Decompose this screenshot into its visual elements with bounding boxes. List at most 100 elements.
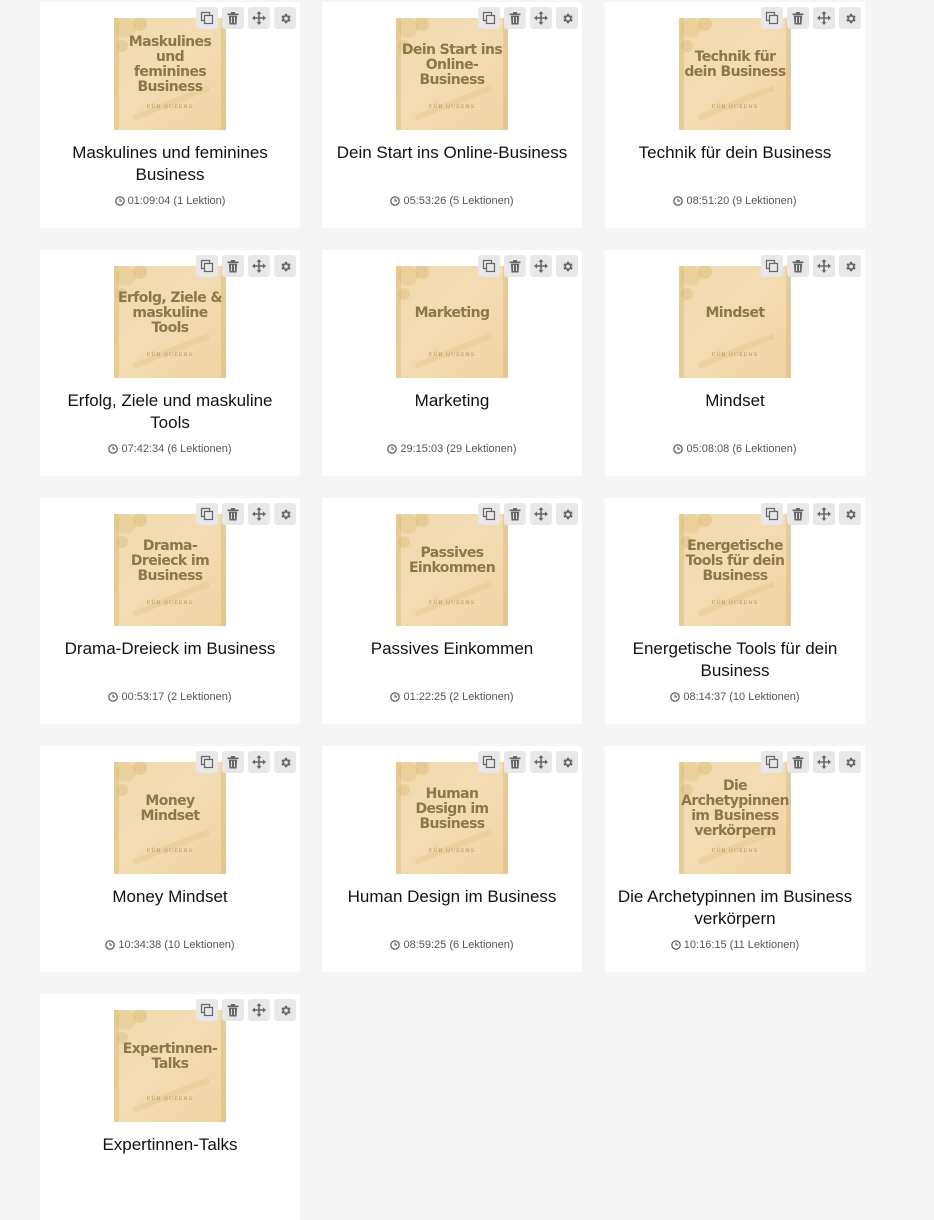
- delete-button[interactable]: [504, 503, 526, 525]
- delete-button[interactable]: [787, 503, 809, 525]
- delete-button[interactable]: [787, 255, 809, 277]
- course-cover-image[interactable]: Human Design im Business FÜR QUEENS: [396, 762, 508, 874]
- move-button[interactable]: [248, 255, 270, 277]
- course-card[interactable]: Drama-Dreieck im Business FÜR QUEENS Drama…: [40, 498, 300, 724]
- course-card[interactable]: Dein Start ins Online-Business FÜR QUEENS…: [322, 2, 582, 228]
- copy-button[interactable]: [196, 7, 218, 29]
- copy-button[interactable]: [478, 751, 500, 773]
- course-cover-image[interactable]: Money Mindset FÜR QUEENS: [114, 762, 226, 874]
- trash-icon: [227, 11, 239, 25]
- course-cover-image[interactable]: Erfolg, Ziele & maskuline Tools FÜR QUEEN…: [114, 266, 226, 378]
- course-cover-image[interactable]: Die Archetypinnen im Business verkörpern…: [679, 762, 791, 874]
- course-duration: 05:53:26 (5 Lektionen): [322, 195, 582, 207]
- copy-button[interactable]: [478, 7, 500, 29]
- delete-button[interactable]: [222, 7, 244, 29]
- course-card[interactable]: Die Archetypinnen im Business verkörpern…: [605, 746, 865, 972]
- course-card[interactable]: Marketing FÜR QUEENS Marketing 29:15:03 (29…: [322, 250, 582, 476]
- course-cover-image[interactable]: Expertinnen-Talks FÜR QUEENS: [114, 1010, 226, 1122]
- settings-button[interactable]: [274, 751, 296, 773]
- copy-button[interactable]: [196, 999, 218, 1021]
- delete-button[interactable]: [787, 751, 809, 773]
- delete-button[interactable]: [504, 255, 526, 277]
- move-button[interactable]: [813, 751, 835, 773]
- course-card[interactable]: Passives Einkommen FÜR QUEENS Passives Ein…: [322, 498, 582, 724]
- duration-text: 08:14:37 (10 Lektionen): [683, 691, 800, 703]
- move-button[interactable]: [530, 503, 552, 525]
- course-title[interactable]: Erfolg, Ziele und maskuline Tools: [50, 390, 290, 434]
- copy-button[interactable]: [196, 503, 218, 525]
- delete-button[interactable]: [222, 751, 244, 773]
- copy-icon: [765, 259, 779, 273]
- settings-button[interactable]: [556, 503, 578, 525]
- course-title[interactable]: Drama-Dreieck im Business: [50, 638, 290, 660]
- course-title[interactable]: Money Mindset: [50, 886, 290, 908]
- delete-button[interactable]: [504, 751, 526, 773]
- course-card[interactable]: Human Design im Business FÜR QUEENS Human …: [322, 746, 582, 972]
- move-button[interactable]: [248, 999, 270, 1021]
- course-card[interactable]: Energetische Tools für dein Business FÜR …: [605, 498, 865, 724]
- copy-button[interactable]: [761, 7, 783, 29]
- settings-button[interactable]: [839, 7, 861, 29]
- course-title[interactable]: Passives Einkommen: [332, 638, 572, 660]
- course-title[interactable]: Die Archetypinnen im Business verkörpern: [615, 886, 855, 930]
- course-cover-image[interactable]: Marketing FÜR QUEENS: [396, 266, 508, 378]
- course-cover-image[interactable]: Mindset FÜR QUEENS: [679, 266, 791, 378]
- move-button[interactable]: [248, 751, 270, 773]
- settings-button[interactable]: [839, 255, 861, 277]
- move-button[interactable]: [813, 255, 835, 277]
- course-cover-image[interactable]: Energetische Tools für dein Business FÜR …: [679, 514, 791, 626]
- course-title[interactable]: Dein Start ins Online-Business: [332, 142, 572, 164]
- course-card[interactable]: Expertinnen-Talks FÜR QUEENS Expertinnen-T…: [40, 994, 300, 1220]
- move-icon: [252, 755, 266, 769]
- move-button[interactable]: [248, 7, 270, 29]
- course-title[interactable]: Maskulines und feminines Business: [50, 142, 290, 186]
- course-card[interactable]: Mindset FÜR QUEENS Mindset 05:08:08 (6 Lekt…: [605, 250, 865, 476]
- copy-button[interactable]: [196, 751, 218, 773]
- settings-button[interactable]: [274, 7, 296, 29]
- copy-button[interactable]: [761, 751, 783, 773]
- settings-button[interactable]: [556, 751, 578, 773]
- delete-button[interactable]: [222, 503, 244, 525]
- course-card[interactable]: Technik für dein Business FÜR QUEENS Techn…: [605, 2, 865, 228]
- delete-button[interactable]: [504, 7, 526, 29]
- course-cover-image[interactable]: Dein Start ins Online-Business FÜR QUEENS: [396, 18, 508, 130]
- move-button[interactable]: [248, 503, 270, 525]
- copy-button[interactable]: [478, 255, 500, 277]
- course-title[interactable]: Mindset: [615, 390, 855, 412]
- move-button[interactable]: [530, 751, 552, 773]
- copy-button[interactable]: [478, 503, 500, 525]
- course-title[interactable]: Technik für dein Business: [615, 142, 855, 164]
- copy-button[interactable]: [196, 255, 218, 277]
- course-title[interactable]: Energetische Tools für dein Business: [615, 638, 855, 682]
- course-cover-image[interactable]: Passives Einkommen FÜR QUEENS: [396, 514, 508, 626]
- settings-button[interactable]: [274, 255, 296, 277]
- course-title[interactable]: Human Design im Business: [332, 886, 572, 908]
- copy-button[interactable]: [761, 255, 783, 277]
- duration-text: 01:09:04 (1 Lektion): [127, 195, 226, 207]
- move-button[interactable]: [530, 7, 552, 29]
- move-button[interactable]: [813, 7, 835, 29]
- move-button[interactable]: [813, 503, 835, 525]
- course-cover-image[interactable]: Maskulines und feminines Business FÜR QUE…: [114, 18, 226, 130]
- move-button[interactable]: [530, 255, 552, 277]
- delete-button[interactable]: [222, 999, 244, 1021]
- settings-button[interactable]: [556, 255, 578, 277]
- copy-icon: [200, 507, 214, 521]
- course-title[interactable]: Marketing: [332, 390, 572, 412]
- course-card[interactable]: Maskulines und feminines Business FÜR QUE…: [40, 2, 300, 228]
- course-cover-image[interactable]: Drama-Dreieck im Business FÜR QUEENS: [114, 514, 226, 626]
- course-card[interactable]: Money Mindset FÜR QUEENS Money Mindset 10:3…: [40, 746, 300, 972]
- settings-button[interactable]: [839, 751, 861, 773]
- course-cover-image[interactable]: Technik für dein Business FÜR QUEENS: [679, 18, 791, 130]
- delete-button[interactable]: [222, 255, 244, 277]
- copy-button[interactable]: [761, 503, 783, 525]
- course-title[interactable]: Expertinnen-Talks: [50, 1134, 290, 1156]
- trash-icon: [227, 1003, 239, 1017]
- course-card[interactable]: Erfolg, Ziele & maskuline Tools FÜR QUEEN…: [40, 250, 300, 476]
- move-icon: [817, 259, 831, 273]
- settings-button[interactable]: [274, 999, 296, 1021]
- settings-button[interactable]: [839, 503, 861, 525]
- settings-button[interactable]: [274, 503, 296, 525]
- delete-button[interactable]: [787, 7, 809, 29]
- settings-button[interactable]: [556, 7, 578, 29]
